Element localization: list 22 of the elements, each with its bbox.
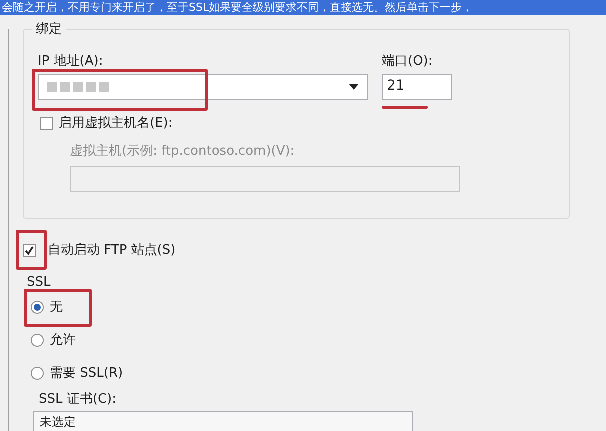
radio-label: 需要 SSL(R) bbox=[50, 365, 124, 382]
checkbox[interactable] bbox=[40, 116, 53, 130]
caret-icon bbox=[349, 84, 359, 90]
banner-text: 会随之开启，不用专门来开启了，至于SSL如果要全级别要求不同，直接选无。然后单击下一步， bbox=[0, 0, 606, 15]
field-label: 端口(O): bbox=[382, 53, 434, 70]
radio-button[interactable] bbox=[31, 300, 44, 314]
host-field[interactable] bbox=[70, 166, 460, 192]
group-title: 绑定 bbox=[32, 20, 66, 38]
radio-button[interactable] bbox=[31, 334, 44, 346]
checkbox-label: 自动启动 FTP 站点(S) bbox=[48, 242, 176, 259]
field-label: IP 地址(A): bbox=[38, 53, 104, 70]
checkbox-label: 启用虚拟主机名(E): bbox=[59, 115, 173, 132]
ip-dropdown[interactable] bbox=[38, 74, 368, 100]
checkbox[interactable] bbox=[23, 244, 36, 256]
radio-label: 无 bbox=[50, 299, 63, 316]
certificate-dropdown[interactable]: 未选定 bbox=[33, 411, 413, 431]
field-label: 虚拟主机(示例: ftp.contoso.com)(V): bbox=[70, 143, 296, 160]
port-field[interactable]: 21 bbox=[382, 74, 452, 100]
field-label: SSL 证书(C): bbox=[39, 391, 118, 408]
radio-button[interactable] bbox=[31, 366, 44, 380]
section-title: SSL bbox=[27, 275, 51, 290]
radio-label: 允许 bbox=[50, 332, 76, 349]
